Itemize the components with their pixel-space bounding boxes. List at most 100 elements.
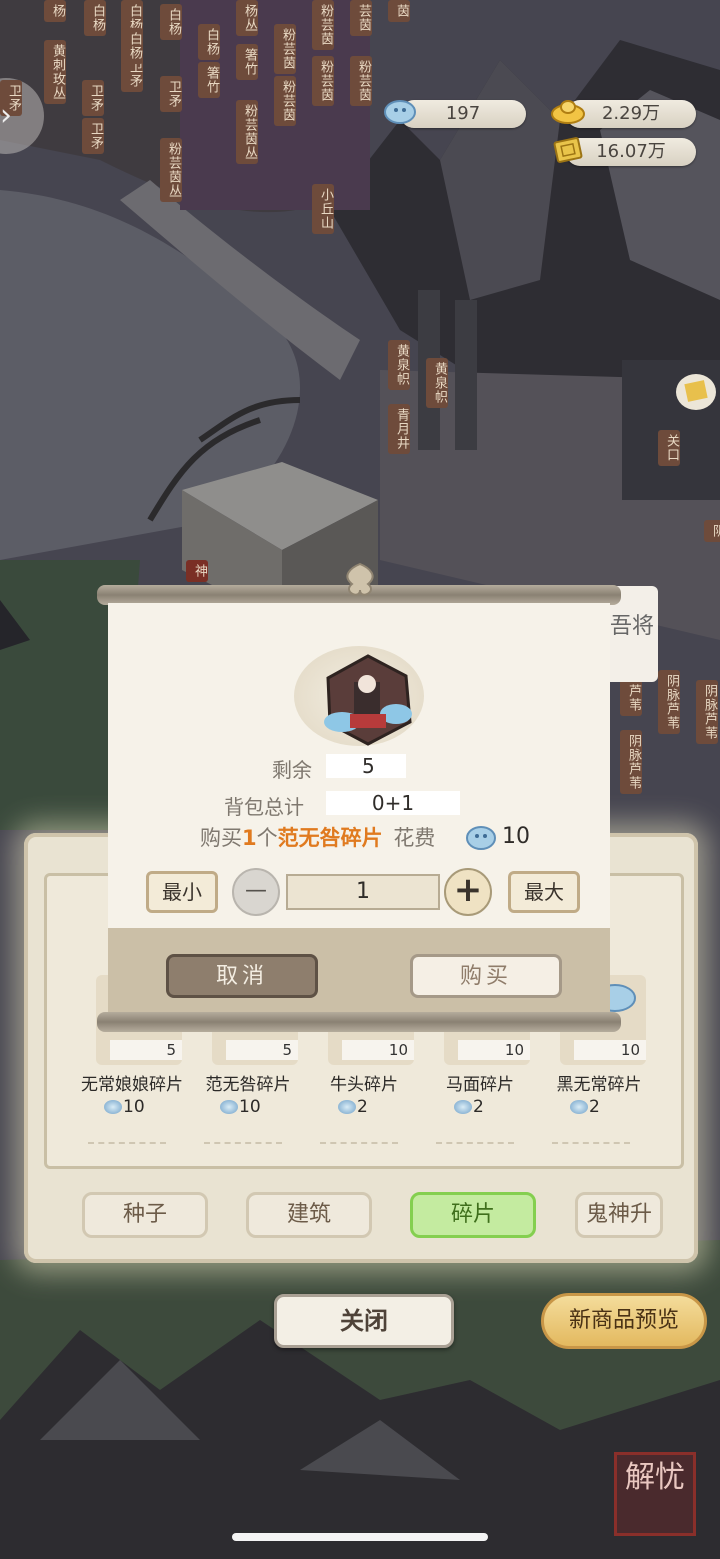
- shop-item-qty-box: 10: [458, 1040, 530, 1060]
- cost-value: 10: [502, 824, 530, 849]
- building-sign: 神: [186, 560, 208, 582]
- buy-prefix: 购买: [200, 826, 242, 850]
- shop-item-cost: 2: [570, 1097, 650, 1117]
- new-items-preview-button[interactable]: 新商品预览: [541, 1293, 707, 1349]
- map-sign: 茵: [388, 0, 410, 22]
- item-divider: [436, 1142, 514, 1144]
- shop-item-cost-value: 10: [239, 1097, 261, 1117]
- tab-seeds[interactable]: 种子: [82, 1192, 208, 1238]
- soul-coin-icon: [338, 1100, 356, 1114]
- paper-money-value: 16.07万: [596, 141, 666, 162]
- map-sign: 关口: [658, 430, 680, 466]
- shop-item-qty: 10: [342, 1040, 414, 1060]
- tab-ghost-upgrade[interactable]: 鬼神升: [575, 1192, 663, 1238]
- seal-text: 解忧: [625, 1460, 685, 1495]
- shop-item-cost-value: 2: [589, 1097, 600, 1117]
- home-indicator[interactable]: [232, 1533, 488, 1541]
- map-sign: 芸茵: [350, 0, 372, 36]
- close-button[interactable]: 关闭: [274, 1294, 454, 1348]
- soul-coin-icon: [220, 1100, 238, 1114]
- map-sign: 黄泉帜: [388, 340, 410, 390]
- map-sign: 粉芸茵: [274, 24, 296, 74]
- map-marker-icon[interactable]: [676, 374, 716, 410]
- map-sign: 卫矛: [160, 76, 182, 112]
- shop-item-cost: 2: [338, 1097, 418, 1117]
- shop-item-qty-box: 10: [574, 1040, 646, 1060]
- map-sign: 小丘山: [312, 184, 334, 234]
- shop-item-qty: 5: [226, 1040, 298, 1060]
- shop-item-name: 无常娘娘碎片: [81, 1075, 183, 1095]
- tab-fragments[interactable]: 碎片: [410, 1192, 536, 1238]
- soul-coin-value: 197: [445, 103, 481, 124]
- map-sign: 箸竹: [198, 62, 220, 98]
- plus-icon: +: [453, 870, 483, 910]
- shop-item-qty: 5: [110, 1040, 182, 1060]
- map-sign: 白杨: [121, 28, 143, 64]
- paper-money-icon: [553, 137, 583, 163]
- shop-item-qty-box: 5: [226, 1040, 298, 1060]
- gold-value: 2.29万: [601, 103, 661, 124]
- jieyou-seal-logo[interactable]: 解忧: [614, 1452, 696, 1536]
- shop-item-cost: 10: [104, 1097, 184, 1117]
- buy-item-name: 范无咎碎片: [277, 826, 383, 850]
- gold-ingot-icon: [551, 100, 585, 124]
- cancel-button[interactable]: 取消: [166, 954, 318, 998]
- purchase-summary: 购买1个范无咎碎片 花费: [200, 822, 435, 852]
- buy-count: 1: [242, 826, 257, 850]
- map-sign: 杨: [44, 0, 66, 22]
- map-sign: 芦苇: [620, 680, 642, 716]
- expand-arrow-icon[interactable]: ›: [0, 96, 26, 136]
- map-sign: 阴脉芦苇: [696, 680, 718, 744]
- map-sign: 箸竹: [236, 44, 258, 80]
- map-sign: 白杨: [160, 4, 182, 40]
- remaining-label: 剩余: [272, 758, 312, 782]
- plus-button[interactable]: +: [444, 868, 492, 916]
- shop-item-qty: 10: [574, 1040, 646, 1060]
- quantity-input[interactable]: 1: [286, 874, 440, 910]
- map-sign: 粉芸茵: [312, 56, 334, 106]
- shop-item-cost-value: 2: [357, 1097, 368, 1117]
- soul-coin-counter[interactable]: 197: [400, 100, 526, 128]
- shop-item-name: 牛头碎片: [330, 1075, 398, 1095]
- buy-unit: 个: [256, 826, 278, 850]
- shop-item-cost: 10: [220, 1097, 300, 1117]
- map-sign: 粉芸茵丛: [160, 138, 182, 202]
- shop-item-cost: 2: [454, 1097, 534, 1117]
- remaining-value: 5: [326, 754, 406, 778]
- map-sign: 黄刺玫丛: [44, 40, 66, 104]
- tab-buildings[interactable]: 建筑: [246, 1192, 372, 1238]
- shop-item-name: 范无咎碎片: [205, 1075, 291, 1095]
- shop-item-name: 马面碎片: [446, 1075, 514, 1095]
- map-sign: 卫矛: [82, 118, 104, 154]
- map-sign: 阴脉芦苇: [658, 670, 680, 734]
- item-divider: [88, 1142, 166, 1144]
- knot-ornament-icon: [346, 562, 374, 596]
- soul-coin-icon: [466, 826, 496, 850]
- minus-icon: —: [245, 878, 267, 903]
- soul-coin-icon: [570, 1100, 588, 1114]
- shop-item-qty-box: 5: [110, 1040, 182, 1060]
- item-divider: [552, 1142, 630, 1144]
- map-sign: 黄泉帜: [426, 358, 448, 408]
- map-sign: 粉芸茵丛: [236, 100, 258, 164]
- dialog-bottom-rod: [97, 1012, 621, 1032]
- map-sign: 粉芸茵: [350, 56, 372, 106]
- shop-item-cost-value: 2: [473, 1097, 484, 1117]
- soul-coin-icon: [104, 1100, 122, 1114]
- shop-item-qty-box: 10: [342, 1040, 414, 1060]
- shop-item-qty: 10: [458, 1040, 530, 1060]
- item-divider: [320, 1142, 398, 1144]
- minus-button[interactable]: —: [232, 868, 280, 916]
- buy-button[interactable]: 购买: [410, 954, 562, 998]
- map-sign: 白杨: [198, 24, 220, 60]
- soul-coin-icon: [384, 100, 416, 124]
- map-sign: 阴: [704, 520, 720, 542]
- bag-total-value: 0+1: [326, 791, 460, 815]
- max-button[interactable]: 最大: [508, 871, 580, 913]
- map-sign: 阴脉芦苇: [620, 730, 642, 794]
- soul-coin-icon: [454, 1100, 472, 1114]
- map-sign: 粉芸茵: [312, 0, 334, 50]
- map-sign: 白杨: [84, 0, 106, 36]
- min-button[interactable]: 最小: [146, 871, 218, 913]
- cost-label: 花费: [393, 826, 436, 850]
